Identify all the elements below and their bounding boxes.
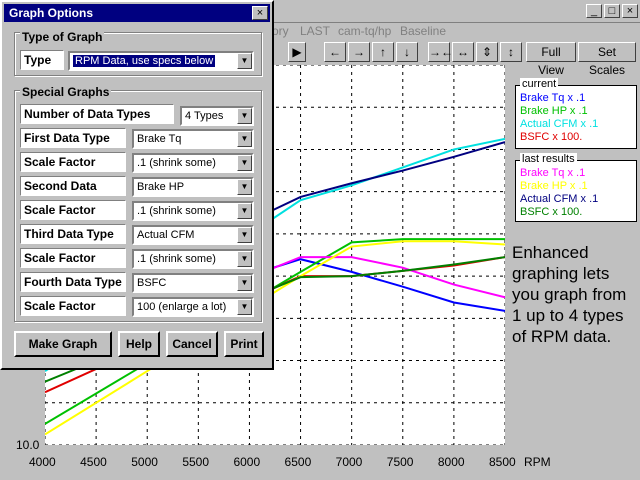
toolbar: ▶ ← → ↑ ↓ →← ↔ ⇕ ↕ Full View Set Scales xyxy=(270,40,640,77)
full-view-button[interactable]: Full View xyxy=(526,42,576,77)
x-tick-label: 7500 xyxy=(386,455,414,469)
chevron-down-icon[interactable]: ▼ xyxy=(237,299,252,315)
x-tick-label: 7000 xyxy=(335,455,363,469)
fourth-data-type-select[interactable]: BSFC ▼ xyxy=(132,273,254,293)
scale-factor-1-select[interactable]: .1 (shrink some) ▼ xyxy=(132,153,254,173)
legend-last-item: Brake Tq x .1 xyxy=(520,167,586,179)
type-of-graph-legend: Type of Graph xyxy=(20,30,105,44)
legend-current-item: Brake Tq x .1 xyxy=(520,92,586,104)
third-data-type-label: Third Data Type xyxy=(20,224,126,244)
chevron-down-icon[interactable]: ▼ xyxy=(237,53,252,69)
maximize-button[interactable]: □ xyxy=(604,4,620,18)
first-data-type-select[interactable]: Brake Tq ▼ xyxy=(132,129,254,149)
x-tick-label: 6000 xyxy=(233,455,261,469)
info-note: Enhanced graphing lets you graph from 1 … xyxy=(512,243,627,346)
dialog-close-icon[interactable]: × xyxy=(252,6,268,20)
type-select[interactable]: RPM Data, use specs below ▼ xyxy=(68,51,254,71)
pan-down-icon[interactable]: ↓ xyxy=(396,42,418,62)
scale-factor-1-value: .1 (shrink some) xyxy=(137,157,216,169)
x-tick-label: 8000 xyxy=(437,455,465,469)
legend-current-title: current xyxy=(520,78,559,90)
chevron-down-icon[interactable]: ▼ xyxy=(237,251,252,267)
type-select-value: RPM Data, use specs below xyxy=(73,55,216,67)
graph-options-dialog: Graph Options × Type of Graph Type RPM D… xyxy=(0,0,274,370)
x-axis-label: RPM xyxy=(524,455,551,469)
menu-cam-tq-hp[interactable]: cam-tq/hp xyxy=(338,24,391,38)
third-data-type-select[interactable]: Actual CFM ▼ xyxy=(132,225,254,245)
legend-current-item: Actual CFM x .1 xyxy=(520,118,599,130)
cancel-button[interactable]: Cancel xyxy=(166,331,218,357)
num-data-types-value: 4 Types xyxy=(185,110,224,122)
second-data-type-select[interactable]: Brake HP ▼ xyxy=(132,177,254,197)
chevron-down-icon[interactable]: ▼ xyxy=(237,131,252,147)
menu-last[interactable]: LAST xyxy=(300,24,330,38)
chevron-down-icon[interactable]: ▼ xyxy=(237,155,252,171)
menu-bar: ory LAST cam-tq/hp Baseline xyxy=(262,22,640,40)
legend-last-item: BSFC x 100. xyxy=(520,206,583,218)
pan-right-icon[interactable]: → xyxy=(348,42,370,62)
help-button[interactable]: Help xyxy=(118,331,160,357)
second-data-type-value: Brake HP xyxy=(137,181,185,193)
menu-baseline[interactable]: Baseline xyxy=(400,24,446,38)
legend-last-item: Actual CFM x .1 xyxy=(520,193,599,205)
x-tick-label: 5000 xyxy=(131,455,158,469)
first-data-type-label: First Data Type xyxy=(20,128,126,148)
close-icon[interactable]: × xyxy=(622,4,638,18)
legend-last-item: Brake HP x .1 xyxy=(520,180,588,192)
scale-factor-1-label: Scale Factor xyxy=(20,152,126,172)
num-data-types-select[interactable]: 4 Types ▼ xyxy=(180,106,254,126)
pan-up-icon[interactable]: ↑ xyxy=(372,42,394,62)
pan-left-icon[interactable]: ← xyxy=(324,42,346,62)
make-graph-button[interactable]: Make Graph xyxy=(14,331,112,357)
scale-factor-3-label: Scale Factor xyxy=(20,248,126,268)
stretch-horizontal-icon[interactable]: ↔ xyxy=(452,42,474,62)
scale-factor-2-label: Scale Factor xyxy=(20,200,126,220)
type-label: Type xyxy=(20,50,64,70)
dialog-title: Graph Options xyxy=(9,6,93,20)
num-data-types-label: Number of Data Types xyxy=(20,104,174,124)
print-button[interactable]: Print xyxy=(224,331,264,357)
x-tick-label: 4000 xyxy=(29,455,56,469)
y-tick-label: 10.0 xyxy=(16,438,40,452)
chevron-down-icon[interactable]: ▼ xyxy=(237,179,252,195)
second-data-type-label: Second Data xyxy=(20,176,126,196)
scale-factor-2-select[interactable]: .1 (shrink some) ▼ xyxy=(132,201,254,221)
toolbar-arrow-right-icon[interactable]: ▶ xyxy=(288,42,306,62)
scale-factor-4-select[interactable]: 100 (enlarge a lot) ▼ xyxy=(132,297,254,317)
stretch-vertical-icon[interactable]: ↕ xyxy=(500,42,522,62)
scale-factor-2-value: .1 (shrink some) xyxy=(137,205,216,217)
first-data-type-value: Brake Tq xyxy=(137,133,182,145)
shrink-vertical-icon[interactable]: ⇕ xyxy=(476,42,498,62)
x-tick-label: 8500 xyxy=(489,455,516,469)
chevron-down-icon[interactable]: ▼ xyxy=(237,275,252,291)
legend-current-item: BSFC x 100. xyxy=(520,131,583,143)
x-tick-label: 6500 xyxy=(284,455,312,469)
fourth-data-type-value: BSFC xyxy=(137,277,167,289)
dialog-titlebar: Graph Options × xyxy=(4,4,270,22)
legend-last-title: last results xyxy=(520,153,577,165)
menu-history[interactable]: ory xyxy=(272,24,289,38)
scale-factor-4-value: 100 (enlarge a lot) xyxy=(137,301,227,313)
legend-current: current Brake Tq x .1 Brake HP x .1 Actual… xyxy=(515,78,637,149)
x-tick-label: 5500 xyxy=(182,455,210,469)
legend-last: last results Brake Tq x .1 Brake HP x .1 A… xyxy=(515,153,637,222)
x-tick-label: 4500 xyxy=(80,455,107,469)
fourth-data-type-label: Fourth Data Type xyxy=(20,272,126,292)
scale-factor-4-label: Scale Factor xyxy=(20,296,126,316)
chevron-down-icon[interactable]: ▼ xyxy=(237,203,252,219)
chevron-down-icon[interactable]: ▼ xyxy=(237,227,252,243)
set-scales-button[interactable]: Set Scales xyxy=(578,42,636,77)
third-data-type-value: Actual CFM xyxy=(137,229,195,241)
shrink-horizontal-icon[interactable]: →← xyxy=(428,42,453,62)
chevron-down-icon[interactable]: ▼ xyxy=(237,108,252,124)
legend-current-item: Brake HP x .1 xyxy=(520,105,588,117)
minimize-button[interactable]: _ xyxy=(586,4,602,18)
scale-factor-3-select[interactable]: .1 (shrink some) ▼ xyxy=(132,249,254,269)
special-graphs-legend: Special Graphs xyxy=(20,85,112,99)
scale-factor-3-value: .1 (shrink some) xyxy=(137,253,216,265)
